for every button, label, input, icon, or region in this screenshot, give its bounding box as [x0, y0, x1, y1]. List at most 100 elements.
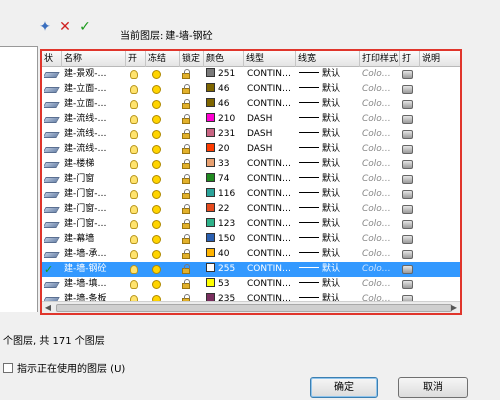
layer-linetype[interactable]: DASH: [247, 142, 297, 157]
layer-freeze-toggle[interactable]: [152, 217, 166, 232]
layer-row[interactable]: 建-立面-… 46 CONTIN… 默认 Colo…: [42, 82, 460, 97]
column-header-freeze[interactable]: 冻结: [146, 51, 180, 67]
layer-lock-toggle[interactable]: [182, 67, 196, 82]
layer-color[interactable]: 210: [206, 112, 248, 127]
layer-row[interactable]: 建-门窗-… 123 CONTIN… 默认 Colo…: [42, 217, 460, 232]
layer-on-toggle[interactable]: [130, 217, 144, 232]
layer-freeze-toggle[interactable]: [152, 112, 166, 127]
layer-lineweight[interactable]: 默认: [299, 247, 359, 262]
layer-linetype[interactable]: CONTIN…: [247, 262, 297, 277]
layer-freeze-toggle[interactable]: [152, 277, 166, 292]
layer-plot-toggle[interactable]: [402, 187, 416, 202]
layer-lineweight[interactable]: 默认: [299, 202, 359, 217]
layer-on-toggle[interactable]: [130, 67, 144, 82]
layer-status[interactable]: [44, 127, 62, 142]
layer-name[interactable]: 建-墙-钢砼: [64, 262, 124, 277]
layer-on-toggle[interactable]: [130, 262, 144, 277]
layer-on-toggle[interactable]: [130, 247, 144, 262]
layer-plot-toggle[interactable]: [402, 127, 416, 142]
layer-status[interactable]: [44, 142, 62, 157]
layer-color[interactable]: 46: [206, 97, 248, 112]
layer-linetype[interactable]: DASH: [247, 127, 297, 142]
layer-plot-toggle[interactable]: [402, 232, 416, 247]
layer-name[interactable]: 建-景观-…: [64, 67, 124, 82]
layer-status[interactable]: [44, 67, 62, 82]
layer-linetype[interactable]: CONTIN…: [247, 157, 297, 172]
layer-plot-toggle[interactable]: [402, 172, 416, 187]
layer-plot-toggle[interactable]: [402, 202, 416, 217]
layer-color[interactable]: 251: [206, 67, 248, 82]
layer-status[interactable]: [44, 202, 62, 217]
layer-lock-toggle[interactable]: [182, 217, 196, 232]
layer-color[interactable]: 231: [206, 127, 248, 142]
layer-name[interactable]: 建-立面-…: [64, 82, 124, 97]
layer-status[interactable]: [44, 82, 62, 97]
layer-row[interactable]: 建-景观-… 251 CONTIN… 默认 Colo…: [42, 67, 460, 82]
ok-button[interactable]: 确定: [310, 377, 378, 398]
layer-name[interactable]: 建-墙-填…: [64, 277, 124, 292]
layer-list[interactable]: 状 名称 开 冻结 锁定 颜色 线型 线宽 打印样式 打 说明 建-景观-… 25…: [40, 49, 462, 315]
layer-freeze-toggle[interactable]: [152, 157, 166, 172]
layer-lineweight[interactable]: 默认: [299, 82, 359, 97]
layer-on-toggle[interactable]: [130, 277, 144, 292]
layer-linetype[interactable]: DASH: [247, 112, 297, 127]
layer-freeze-toggle[interactable]: [152, 187, 166, 202]
layer-lineweight[interactable]: 默认: [299, 127, 359, 142]
cancel-button[interactable]: 取消: [398, 377, 468, 398]
column-header-lineweight[interactable]: 线宽: [296, 51, 360, 67]
layer-plot-toggle[interactable]: [402, 262, 416, 277]
column-header-status[interactable]: 状: [42, 51, 62, 67]
layer-linetype[interactable]: CONTIN…: [247, 202, 297, 217]
layer-plot-toggle[interactable]: [402, 247, 416, 262]
layer-lineweight[interactable]: 默认: [299, 112, 359, 127]
layer-color[interactable]: 53: [206, 277, 248, 292]
layer-color[interactable]: 123: [206, 217, 248, 232]
layer-filter-tree[interactable]: [0, 46, 38, 312]
layer-plot-toggle[interactable]: [402, 157, 416, 172]
layer-name[interactable]: 建-门窗: [64, 172, 124, 187]
layer-row[interactable]: 建-幕墙 150 CONTIN… 默认 Colo…: [42, 232, 460, 247]
layer-row[interactable]: 建-门窗 74 CONTIN… 默认 Colo…: [42, 172, 460, 187]
layer-row[interactable]: 建-流线-… 20 DASH 默认 Colo…: [42, 142, 460, 157]
layer-lineweight[interactable]: 默认: [299, 172, 359, 187]
layer-linetype[interactable]: CONTIN…: [247, 277, 297, 292]
layer-name[interactable]: 建-门窗-…: [64, 187, 124, 202]
layer-status[interactable]: ✓: [44, 262, 62, 277]
layer-on-toggle[interactable]: [130, 97, 144, 112]
layer-on-toggle[interactable]: [130, 232, 144, 247]
layer-on-toggle[interactable]: [130, 112, 144, 127]
scroll-left-icon[interactable]: ◀: [42, 302, 54, 313]
layer-name[interactable]: 建-流线-…: [64, 112, 124, 127]
layer-row[interactable]: 建-流线-… 231 DASH 默认 Colo…: [42, 127, 460, 142]
layer-status[interactable]: [44, 97, 62, 112]
column-header-linetype[interactable]: 线型: [244, 51, 296, 67]
layer-freeze-toggle[interactable]: [152, 232, 166, 247]
layer-freeze-toggle[interactable]: [152, 142, 166, 157]
layer-plot-toggle[interactable]: [402, 97, 416, 112]
layer-plot-toggle[interactable]: [402, 142, 416, 157]
layer-row[interactable]: 建-楼梯 33 CONTIN… 默认 Colo…: [42, 157, 460, 172]
layer-linetype[interactable]: CONTIN…: [247, 97, 297, 112]
layer-row[interactable]: 建-门窗-… 22 CONTIN… 默认 Colo…: [42, 202, 460, 217]
layer-lineweight[interactable]: 默认: [299, 67, 359, 82]
column-header-plot[interactable]: 打: [400, 51, 420, 67]
layer-color[interactable]: 40: [206, 247, 248, 262]
scroll-right-icon[interactable]: ▶: [448, 302, 460, 313]
layer-name[interactable]: 建-流线-…: [64, 127, 124, 142]
layer-lineweight[interactable]: 默认: [299, 157, 359, 172]
layer-status[interactable]: [44, 157, 62, 172]
layer-lock-toggle[interactable]: [182, 97, 196, 112]
layer-status[interactable]: [44, 217, 62, 232]
layer-color[interactable]: 150: [206, 232, 248, 247]
layer-freeze-toggle[interactable]: [152, 262, 166, 277]
layer-color[interactable]: 20: [206, 142, 248, 157]
layer-freeze-toggle[interactable]: [152, 172, 166, 187]
layer-status[interactable]: [44, 232, 62, 247]
layer-lock-toggle[interactable]: [182, 172, 196, 187]
column-header-color[interactable]: 颜色: [204, 51, 244, 67]
scrollbar-thumb[interactable]: [56, 304, 452, 312]
column-header-lock[interactable]: 锁定: [180, 51, 204, 67]
column-header-on[interactable]: 开: [126, 51, 146, 67]
layer-plot-toggle[interactable]: [402, 82, 416, 97]
layer-on-toggle[interactable]: [130, 187, 144, 202]
